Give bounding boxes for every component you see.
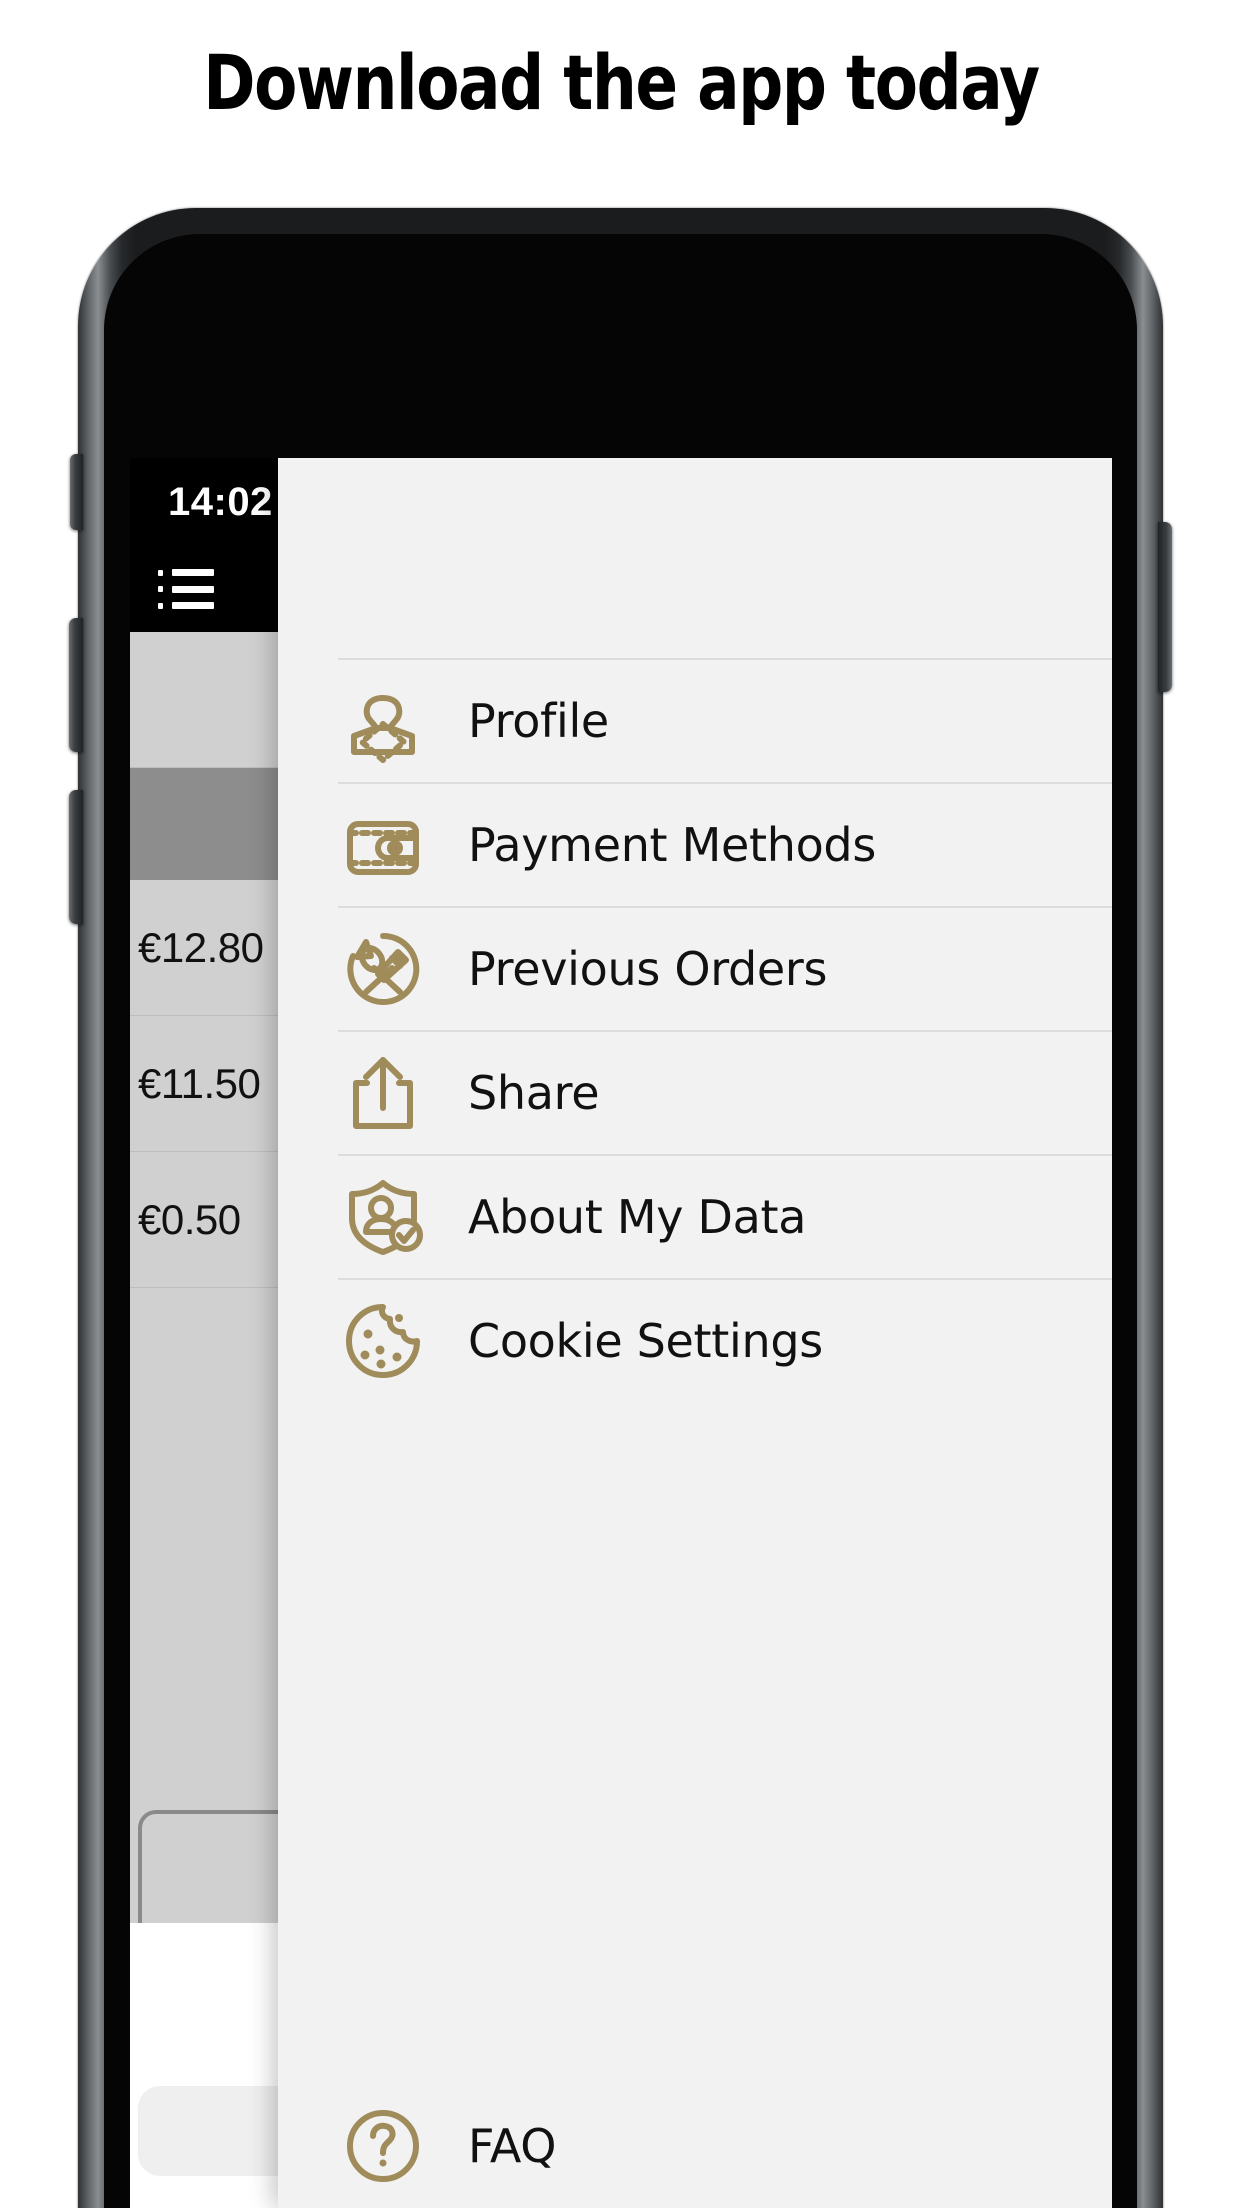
drawer-header-space — [278, 458, 1112, 658]
sidebar-item-about-my-data[interactable]: About My Data — [338, 1154, 1112, 1278]
reorder-cutlery-icon — [338, 926, 434, 1012]
profile-chef-icon — [338, 678, 434, 764]
list-menu-icon[interactable] — [158, 565, 214, 613]
drawer-menu-list: Profile Payment Methods Previous Orders … — [278, 658, 1112, 1402]
app-store-promo-screenshot: Download the app today 14:02 €12.80 €11.… — [0, 0, 1242, 2208]
power-button[interactable] — [1158, 522, 1172, 692]
wallet-icon — [338, 802, 434, 888]
sidebar-item-label: FAQ — [468, 2119, 557, 2173]
page-title: Download the app today — [203, 38, 1040, 127]
sidebar-item-share[interactable]: Share — [338, 1030, 1112, 1154]
sidebar-item-faq[interactable]: FAQ — [338, 2084, 1112, 2208]
volume-down-button[interactable] — [69, 790, 83, 924]
silent-switch[interactable] — [70, 454, 83, 530]
sidebar-item-previous-orders[interactable]: Previous Orders — [338, 906, 1112, 1030]
sidebar-item-label: Share — [468, 1066, 600, 1120]
shield-person-check-icon — [338, 1174, 434, 1260]
phone-screen: 14:02 €12.80 €11.50 €0.50 Profile Paymen… — [130, 458, 1112, 2208]
share-icon — [338, 1050, 434, 1136]
volume-up-button[interactable] — [69, 618, 83, 752]
drawer-footer-list: FAQ — [278, 2084, 1112, 2208]
sidebar-item-profile[interactable]: Profile — [338, 658, 1112, 782]
sidebar-item-cookie-settings[interactable]: Cookie Settings — [338, 1278, 1112, 1402]
sidebar-item-label: Profile — [468, 694, 609, 748]
status-bar-clock: 14:02 — [168, 479, 273, 524]
sidebar-item-label: Previous Orders — [468, 942, 828, 996]
cookie-icon — [338, 1298, 434, 1384]
sidebar-item-label: Cookie Settings — [468, 1314, 823, 1368]
sidebar-item-label: Payment Methods — [468, 818, 876, 872]
question-circle-icon — [338, 2103, 434, 2189]
drawer-spacer — [278, 1402, 1112, 2084]
side-drawer-menu: Profile Payment Methods Previous Orders … — [278, 458, 1112, 2208]
sidebar-item-payment-methods[interactable]: Payment Methods — [338, 782, 1112, 906]
sidebar-item-label: About My Data — [468, 1190, 807, 1244]
